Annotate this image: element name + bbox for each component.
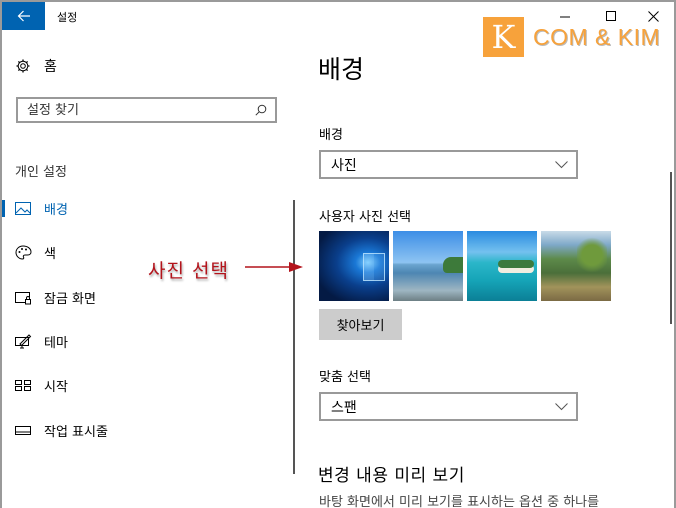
fit-label: 맞춤 선택 <box>319 370 371 385</box>
settings-search[interactable] <box>16 97 277 123</box>
sidebar-item-label: 잠금 화면 <box>44 291 96 307</box>
start-tiles-icon <box>15 377 33 393</box>
sidebar-item-label: 배경 <box>44 202 68 218</box>
fit-dropdown-value: 스팬 <box>331 399 357 416</box>
sidebar-item-label: 색 <box>44 246 56 262</box>
sidebar-item-label: 테마 <box>44 335 68 351</box>
photo-thumbnail-lake[interactable] <box>393 231 463 301</box>
photo-picker-label: 사용자 사진 선택 <box>319 210 411 225</box>
preview-description: 바탕 화면에서 미리 보기를 표시하는 옵션 중 하나를 <box>319 495 600 508</box>
page-title: 배경 <box>318 55 365 84</box>
theme-brush-icon <box>15 333 33 349</box>
sidebar-item-label: 작업 표시줄 <box>44 424 108 440</box>
section-title-personalization: 개인 설정 <box>15 165 67 180</box>
picture-icon <box>15 200 33 216</box>
logo-letter: K <box>483 17 524 57</box>
palette-icon <box>15 244 33 260</box>
chevron-down-icon <box>555 402 568 410</box>
chevron-down-icon <box>555 160 568 168</box>
photo-thumbnail-lakeside-forest[interactable] <box>541 231 611 301</box>
photo-thumbnail-island[interactable] <box>467 231 537 301</box>
settings-window: 설정 K COM & KIM 홈 개인 설정 배경 <box>2 2 674 508</box>
sidebar-item-lock-screen[interactable]: 잠금 화면 <box>2 283 287 311</box>
logo-text: COM & KIM <box>533 23 661 50</box>
gear-icon <box>16 59 30 73</box>
content-scrollbar[interactable] <box>670 172 672 324</box>
sidebar-item-start[interactable]: 시작 <box>2 371 287 399</box>
fit-dropdown[interactable]: 스팬 <box>319 392 578 421</box>
arrow-left-icon <box>17 10 30 22</box>
sidebar-item-themes[interactable]: 테마 <box>2 327 287 355</box>
lock-screen-icon <box>15 289 33 305</box>
photo-thumbnail-windows-hero[interactable] <box>319 231 389 301</box>
sidebar-item-label: 시작 <box>44 379 68 395</box>
sidebar-item-background[interactable]: 배경 <box>2 194 287 222</box>
sidebar-home[interactable]: 홈 <box>15 56 57 76</box>
search-icon[interactable] <box>255 104 267 116</box>
pane-divider <box>293 200 295 474</box>
taskbar-icon <box>15 422 33 438</box>
browse-button[interactable]: 찾아보기 <box>319 309 402 340</box>
background-label: 배경 <box>319 128 343 143</box>
com-and-kim-logo: K COM & KIM <box>483 17 660 57</box>
window-title: 설정 <box>57 11 78 24</box>
photo-thumbnails <box>319 231 611 301</box>
home-label: 홈 <box>44 59 57 75</box>
background-dropdown-value: 사진 <box>331 157 357 174</box>
annotation-label: 사진 선택 <box>148 260 229 282</box>
background-dropdown[interactable]: 사진 <box>319 150 578 179</box>
back-button[interactable] <box>2 2 45 30</box>
annotation-arrow-icon <box>245 262 303 272</box>
sidebar-item-taskbar[interactable]: 작업 표시줄 <box>2 416 287 444</box>
preview-section-title: 변경 내용 미리 보기 <box>318 466 465 486</box>
search-input[interactable] <box>27 102 247 118</box>
